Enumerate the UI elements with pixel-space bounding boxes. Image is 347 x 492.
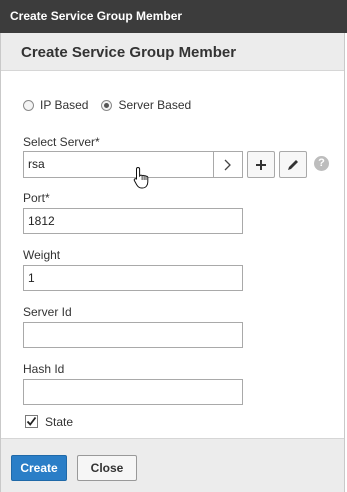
help-icon[interactable]: ? xyxy=(314,156,329,171)
ip-based-label[interactable]: IP Based xyxy=(40,98,88,112)
server-based-label[interactable]: Server Based xyxy=(118,98,191,112)
server-id-label: Server Id xyxy=(23,305,72,319)
server-type-radio-group: IP Based Server Based xyxy=(23,98,191,112)
dialog: Create Service Group Member IP Based Ser… xyxy=(0,33,345,492)
edit-server-button[interactable] xyxy=(279,151,307,178)
port-field[interactable]: 1812 xyxy=(23,208,243,234)
window-title-bar: Create Service Group Member xyxy=(0,0,347,33)
hash-id-label: Hash Id xyxy=(23,362,65,376)
port-label: Port* xyxy=(23,191,50,205)
create-button[interactable]: Create xyxy=(11,455,67,481)
select-server-dropdown-button[interactable] xyxy=(213,152,242,177)
close-button[interactable]: Close xyxy=(77,455,137,481)
select-server-label: Select Server* xyxy=(23,135,100,149)
pencil-icon xyxy=(288,159,298,170)
plus-icon xyxy=(256,159,266,170)
chevron-right-icon xyxy=(224,159,231,170)
dialog-footer: Create Close xyxy=(1,438,344,492)
select-server-value: rsa xyxy=(28,157,45,171)
window-title: Create Service Group Member xyxy=(10,9,183,23)
hash-id-field[interactable] xyxy=(23,379,243,405)
hand-cursor-icon xyxy=(133,166,149,189)
weight-label: Weight xyxy=(23,248,61,262)
add-server-button[interactable] xyxy=(247,151,275,178)
ip-based-radio[interactable] xyxy=(23,99,34,111)
dialog-header: Create Service Group Member xyxy=(1,33,344,71)
server-based-radio[interactable] xyxy=(101,99,113,111)
weight-field[interactable]: 1 xyxy=(23,265,243,291)
dialog-title: Create Service Group Member xyxy=(21,44,237,61)
state-label[interactable]: State xyxy=(45,415,73,429)
state-checkbox[interactable] xyxy=(25,415,38,428)
server-id-field[interactable] xyxy=(23,322,243,348)
checkmark-icon xyxy=(26,416,37,426)
